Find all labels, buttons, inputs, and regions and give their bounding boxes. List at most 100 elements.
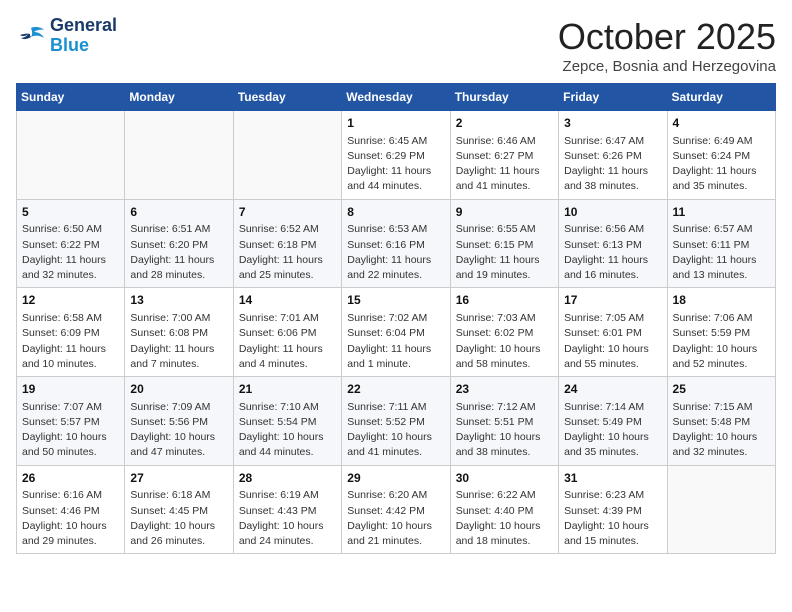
calendar-week-2: 5Sunrise: 6:50 AM Sunset: 6:22 PM Daylig…: [17, 199, 776, 288]
day-number: 4: [673, 115, 770, 132]
day-info: Sunrise: 6:53 AM Sunset: 6:16 PM Dayligh…: [347, 222, 444, 283]
day-number: 10: [564, 204, 661, 221]
day-info: Sunrise: 7:06 AM Sunset: 5:59 PM Dayligh…: [673, 311, 770, 372]
calendar-cell: 6Sunrise: 6:51 AM Sunset: 6:20 PM Daylig…: [125, 199, 233, 288]
day-number: 2: [456, 115, 553, 132]
day-info: Sunrise: 7:14 AM Sunset: 5:49 PM Dayligh…: [564, 400, 661, 461]
day-info: Sunrise: 6:22 AM Sunset: 4:40 PM Dayligh…: [456, 488, 553, 549]
day-number: 11: [673, 204, 770, 221]
logo: General Blue: [16, 16, 117, 56]
calendar-cell: 11Sunrise: 6:57 AM Sunset: 6:11 PM Dayli…: [667, 199, 775, 288]
day-number: 5: [22, 204, 119, 221]
calendar-cell: 31Sunrise: 6:23 AM Sunset: 4:39 PM Dayli…: [559, 465, 667, 554]
title-block: October 2025 Zepce, Bosnia and Herzegovi…: [558, 16, 776, 75]
day-info: Sunrise: 7:05 AM Sunset: 6:01 PM Dayligh…: [564, 311, 661, 372]
calendar-cell: 9Sunrise: 6:55 AM Sunset: 6:15 PM Daylig…: [450, 199, 558, 288]
day-number: 24: [564, 381, 661, 398]
calendar-cell: 24 Sunrise: 7:14 AM Sunset: 5:49 PM Dayli…: [559, 377, 667, 466]
calendar-cell: 1Sunrise: 6:45 AM Sunset: 6:29 PM Daylig…: [342, 111, 450, 200]
calendar-cell: 13 Sunrise: 7:00 AM Sunset: 6:08 PM Dayli…: [125, 288, 233, 377]
calendar-cell: 5Sunrise: 6:50 AM Sunset: 6:22 PM Daylig…: [17, 199, 125, 288]
calendar-week-1: 1Sunrise: 6:45 AM Sunset: 6:29 PM Daylig…: [17, 111, 776, 200]
calendar-cell: 20 Sunrise: 7:09 AM Sunset: 5:56 PM Dayli…: [125, 377, 233, 466]
calendar-cell: 12Sunrise: 6:58 AM Sunset: 6:09 PM Dayli…: [17, 288, 125, 377]
day-number: 12: [22, 292, 119, 309]
calendar-cell: 21 Sunrise: 7:10 AM Sunset: 5:54 PM Dayli…: [233, 377, 341, 466]
calendar-cell: 26Sunrise: 6:16 AM Sunset: 4:46 PM Dayli…: [17, 465, 125, 554]
day-number: 27: [130, 470, 227, 487]
day-number: 28: [239, 470, 336, 487]
column-header-sunday: Sunday: [17, 84, 125, 111]
day-info: Sunrise: 6:52 AM Sunset: 6:18 PM Dayligh…: [239, 222, 336, 283]
day-info: Sunrise: 7:15 AM Sunset: 5:48 PM Dayligh…: [673, 400, 770, 461]
calendar-cell: 18Sunrise: 7:06 AM Sunset: 5:59 PM Dayli…: [667, 288, 775, 377]
day-number: 8: [347, 204, 444, 221]
day-number: 13: [130, 292, 227, 309]
calendar-cell: 4 Sunrise: 6:49 AM Sunset: 6:24 PM Daylig…: [667, 111, 775, 200]
day-info: Sunrise: 6:56 AM Sunset: 6:13 PM Dayligh…: [564, 222, 661, 283]
day-number: 7: [239, 204, 336, 221]
day-number: 1: [347, 115, 444, 132]
month-title: October 2025: [558, 16, 776, 58]
column-header-saturday: Saturday: [667, 84, 775, 111]
calendar-cell: 17 Sunrise: 7:05 AM Sunset: 6:01 PM Dayli…: [559, 288, 667, 377]
day-number: 14: [239, 292, 336, 309]
calendar-cell: 14 Sunrise: 7:01 AM Sunset: 6:06 PM Dayli…: [233, 288, 341, 377]
day-number: 20: [130, 381, 227, 398]
day-number: 21: [239, 381, 336, 398]
day-number: 31: [564, 470, 661, 487]
calendar-cell: 29Sunrise: 6:20 AM Sunset: 4:42 PM Dayli…: [342, 465, 450, 554]
day-number: 19: [22, 381, 119, 398]
day-info: Sunrise: 7:11 AM Sunset: 5:52 PM Dayligh…: [347, 400, 444, 461]
calendar-cell: 2 Sunrise: 6:46 AM Sunset: 6:27 PM Daylig…: [450, 111, 558, 200]
calendar-week-4: 19 Sunrise: 7:07 AM Sunset: 5:57 PM Dayli…: [17, 377, 776, 466]
day-number: 30: [456, 470, 553, 487]
day-number: 22: [347, 381, 444, 398]
calendar-cell: 22 Sunrise: 7:11 AM Sunset: 5:52 PM Dayli…: [342, 377, 450, 466]
calendar-week-5: 26Sunrise: 6:16 AM Sunset: 4:46 PM Dayli…: [17, 465, 776, 554]
day-info: Sunrise: 6:49 AM Sunset: 6:24 PM Dayligh…: [673, 134, 770, 195]
logo-text: General Blue: [50, 16, 117, 56]
day-info: Sunrise: 7:02 AM Sunset: 6:04 PM Dayligh…: [347, 311, 444, 372]
calendar-cell: 15 Sunrise: 7:02 AM Sunset: 6:04 PM Dayli…: [342, 288, 450, 377]
day-number: 17: [564, 292, 661, 309]
calendar-table: SundayMondayTuesdayWednesdayThursdayFrid…: [16, 83, 776, 554]
calendar-cell: 8Sunrise: 6:53 AM Sunset: 6:16 PM Daylig…: [342, 199, 450, 288]
day-number: 6: [130, 204, 227, 221]
day-info: Sunrise: 6:19 AM Sunset: 4:43 PM Dayligh…: [239, 488, 336, 549]
calendar-cell: 10Sunrise: 6:56 AM Sunset: 6:13 PM Dayli…: [559, 199, 667, 288]
calendar-cell: [17, 111, 125, 200]
column-header-thursday: Thursday: [450, 84, 558, 111]
day-info: Sunrise: 7:07 AM Sunset: 5:57 PM Dayligh…: [22, 400, 119, 461]
day-info: Sunrise: 6:57 AM Sunset: 6:11 PM Dayligh…: [673, 222, 770, 283]
day-info: Sunrise: 6:55 AM Sunset: 6:15 PM Dayligh…: [456, 222, 553, 283]
calendar-cell: 23 Sunrise: 7:12 AM Sunset: 5:51 PM Dayli…: [450, 377, 558, 466]
day-info: Sunrise: 7:01 AM Sunset: 6:06 PM Dayligh…: [239, 311, 336, 372]
day-info: Sunrise: 6:46 AM Sunset: 6:27 PM Dayligh…: [456, 134, 553, 195]
column-header-tuesday: Tuesday: [233, 84, 341, 111]
calendar-cell: 27Sunrise: 6:18 AM Sunset: 4:45 PM Dayli…: [125, 465, 233, 554]
calendar-cell: 16Sunrise: 7:03 AM Sunset: 6:02 PM Dayli…: [450, 288, 558, 377]
day-number: 25: [673, 381, 770, 398]
calendar-cell: 28Sunrise: 6:19 AM Sunset: 4:43 PM Dayli…: [233, 465, 341, 554]
day-info: Sunrise: 7:12 AM Sunset: 5:51 PM Dayligh…: [456, 400, 553, 461]
calendar-cell: 3Sunrise: 6:47 AM Sunset: 6:26 PM Daylig…: [559, 111, 667, 200]
calendar-cell: [125, 111, 233, 200]
day-number: 26: [22, 470, 119, 487]
calendar-cell: 30Sunrise: 6:22 AM Sunset: 4:40 PM Dayli…: [450, 465, 558, 554]
day-number: 15: [347, 292, 444, 309]
day-number: 3: [564, 115, 661, 132]
day-info: Sunrise: 7:00 AM Sunset: 6:08 PM Dayligh…: [130, 311, 227, 372]
column-header-wednesday: Wednesday: [342, 84, 450, 111]
page-header: General Blue October 2025 Zepce, Bosnia …: [16, 16, 776, 75]
day-info: Sunrise: 7:10 AM Sunset: 5:54 PM Dayligh…: [239, 400, 336, 461]
logo-icon: [16, 24, 46, 48]
day-info: Sunrise: 6:18 AM Sunset: 4:45 PM Dayligh…: [130, 488, 227, 549]
day-number: 29: [347, 470, 444, 487]
calendar-cell: 19 Sunrise: 7:07 AM Sunset: 5:57 PM Dayli…: [17, 377, 125, 466]
day-info: Sunrise: 7:09 AM Sunset: 5:56 PM Dayligh…: [130, 400, 227, 461]
day-number: 23: [456, 381, 553, 398]
calendar-cell: 7Sunrise: 6:52 AM Sunset: 6:18 PM Daylig…: [233, 199, 341, 288]
day-info: Sunrise: 7:03 AM Sunset: 6:02 PM Dayligh…: [456, 311, 553, 372]
column-header-friday: Friday: [559, 84, 667, 111]
